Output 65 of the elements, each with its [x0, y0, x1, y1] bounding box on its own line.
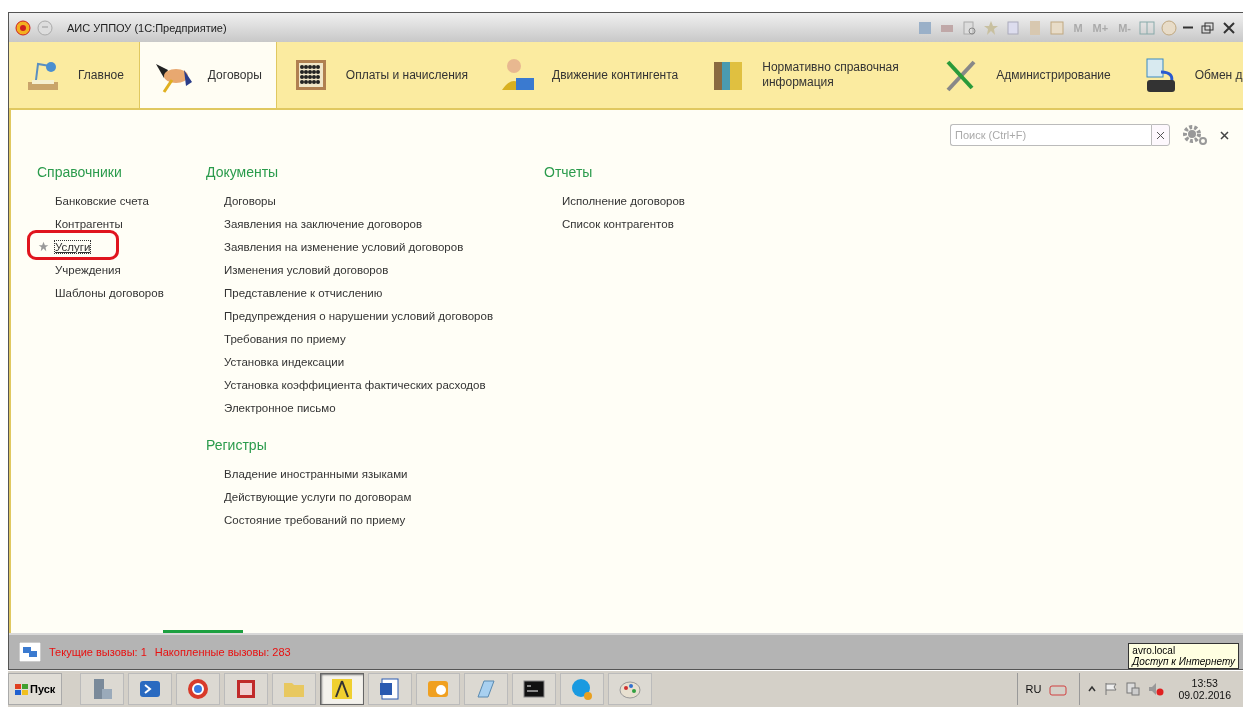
section-tab[interactable]: Нормативно справочная информация	[693, 42, 928, 108]
restore-icon	[1199, 19, 1215, 36]
section-tab[interactable]: Оплаты и начисления	[276, 42, 484, 108]
close-icon	[1221, 19, 1237, 36]
command-link[interactable]: Шаблоны договоров	[55, 286, 164, 299]
status-text: Текущие вызовы: 1	[49, 646, 147, 658]
group-heading: Отчеты	[544, 164, 593, 180]
command-link[interactable]: Установка индексации	[224, 355, 345, 368]
close-icon[interactable]	[1220, 130, 1229, 140]
command-link[interactable]: Представление к отчислению	[224, 286, 383, 299]
group-heading: Документы	[206, 164, 279, 180]
command-link[interactable]: Требования по приему	[224, 332, 346, 345]
settings-icon[interactable]	[1182, 124, 1208, 146]
network-computers-icon	[19, 642, 41, 662]
section-tab[interactable]: Движение контингента	[483, 42, 694, 108]
language-indicator[interactable]: RU	[1025, 683, 1042, 695]
command-link[interactable]: Контрагенты	[55, 217, 123, 230]
command-link[interactable]: Предупреждения о нарушении условий договоров	[224, 309, 493, 322]
muted-speaker-icon[interactable]	[1148, 682, 1165, 696]
command-link[interactable]: Установка коэффициента фактических расходов	[224, 378, 486, 391]
section-tab[interactable]: Администрирование	[927, 42, 1126, 108]
command-link[interactable]: Договоры	[224, 194, 276, 207]
tooltip: avro.local Доступ к Интернету	[1128, 643, 1239, 669]
command-link[interactable]: Учреждения	[55, 263, 121, 276]
console-icon	[522, 677, 547, 701]
command-link[interactable]: Банковские счета	[55, 194, 149, 207]
command-link[interactable]: Владение иностранными языками	[224, 467, 408, 480]
star-icon	[983, 19, 1000, 36]
command-link[interactable]: Состояние требований по приему	[224, 513, 406, 526]
panel-layout-icon	[1139, 19, 1155, 36]
section-tab[interactable]: Обмен д	[1125, 42, 1243, 108]
clock[interactable]: 13:53 09.02.2016	[1178, 677, 1231, 701]
command-link[interactable]: Заявления на заключение договоров	[224, 217, 423, 230]
section-tab[interactable]: Главное	[9, 42, 139, 108]
group-heading: Справочники	[37, 164, 122, 180]
window-title: АИС УППОУ (1С:Предприятие)	[67, 21, 227, 34]
drawing-compass-icon	[330, 677, 355, 701]
preview-icon	[961, 19, 978, 36]
start-button[interactable]: Пуск	[8, 673, 63, 705]
windows-logo-icon	[15, 683, 28, 695]
command-link[interactable]: Список контрагентов	[562, 217, 674, 230]
command-link[interactable]: Услуги	[55, 240, 91, 253]
command-link[interactable]: Электронное письмо	[224, 401, 336, 414]
chevron-up-icon[interactable]	[1088, 685, 1097, 693]
search-field[interactable]: Поиск (Ctrl+F)	[950, 124, 1151, 146]
clear-search-button[interactable]	[1151, 124, 1170, 146]
keyboard-icon[interactable]	[1049, 682, 1068, 696]
command-link[interactable]: Изменения условий договоров	[224, 263, 389, 276]
command-link[interactable]: Заявления на изменение условий договоров	[224, 240, 464, 253]
minimize-icon[interactable]	[1183, 26, 1193, 29]
status-text: Накопленные вызовы: 283	[154, 646, 291, 658]
browser-icon	[186, 677, 211, 701]
clear-icon	[1157, 131, 1164, 139]
taskbar-app-button[interactable]	[320, 673, 365, 705]
taskbar-app-button[interactable]	[512, 673, 557, 705]
taskbar-app-button[interactable]	[368, 673, 413, 705]
chat-bubble-icon	[570, 677, 595, 701]
group-heading: Регистры	[206, 437, 267, 453]
command-link[interactable]: Исполнение договоров	[562, 194, 685, 207]
dropdown-circle-icon[interactable]	[37, 19, 53, 36]
section-tab[interactable]: Договоры	[138, 42, 277, 108]
flag-icon[interactable]	[1104, 682, 1119, 696]
star-icon[interactable]	[38, 241, 49, 252]
logo-icon	[15, 19, 31, 36]
command-link[interactable]: Действующие услуги по договорам	[224, 490, 412, 503]
